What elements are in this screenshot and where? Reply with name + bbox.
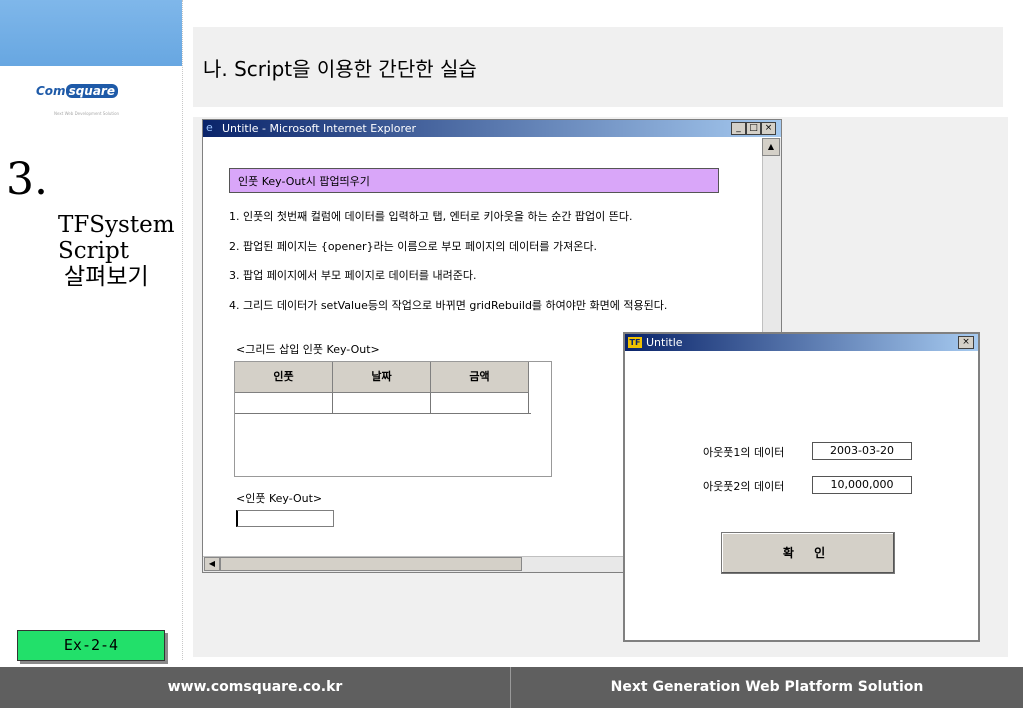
logo-background xyxy=(0,66,182,133)
maximize-button[interactable]: □ xyxy=(746,122,761,135)
popup-close-button[interactable]: × xyxy=(958,336,974,349)
footer-website: www.comsquare.co.kr xyxy=(167,679,343,695)
section-title: TFSystem Script 살펴보기 xyxy=(58,212,175,290)
instruction-line: 3. 팝업 페이지에서 부모 페이지로 데이터를 내려준다. xyxy=(229,269,477,282)
close-button[interactable]: × xyxy=(761,122,776,135)
output1-field[interactable]: 2003-03-20 xyxy=(812,442,912,460)
grid-cell[interactable] xyxy=(235,393,333,413)
grid-cell[interactable] xyxy=(431,393,529,413)
ie-window-title: Untitle - Microsoft Internet Explorer xyxy=(222,122,417,135)
section-number: 3. xyxy=(6,154,48,205)
output2-label: 아웃풋2의 데이터 xyxy=(703,480,785,493)
exercise-badge: Ex-2-4 xyxy=(17,630,165,661)
ie-logo-icon: e xyxy=(206,121,213,134)
grid-column-header[interactable]: 인풋 xyxy=(235,362,333,393)
instruction-line: 1. 인풋의 첫번째 컬럼에 데이터를 입력하고 탭, 엔터로 키아웃을 하는 … xyxy=(229,210,633,223)
logo-block: Com square Next Web Development Solution xyxy=(0,0,182,133)
confirm-button[interactable]: 확 인 xyxy=(721,532,895,574)
data-grid: 인풋 날짜 금액 xyxy=(234,361,552,477)
popup-titlebar[interactable]: TF Untitle × xyxy=(625,334,978,351)
grid-cell[interactable] xyxy=(333,393,431,413)
footer: www.comsquare.co.kr Next Generation Web … xyxy=(0,667,1023,708)
horizontal-scroll-thumb[interactable] xyxy=(220,557,522,571)
logo-tagline: Next Web Development Solution xyxy=(54,111,120,116)
instruction-line: 4. 그리드 데이터가 setValue등의 작업으로 바뀌면 gridRebu… xyxy=(229,299,668,312)
section-title-line: TFSystem xyxy=(58,212,175,238)
section-title-line: Script xyxy=(58,238,129,264)
tf-app-icon: TF xyxy=(628,337,642,348)
instruction-line: 2. 팝업된 페이지는 {opener}라는 이름으로 부모 페이지의 데이터를… xyxy=(229,240,597,253)
scroll-up-arrow-icon[interactable]: ▲ xyxy=(762,138,780,156)
minimize-button[interactable]: _ xyxy=(731,122,746,135)
page-title: 나. Script을 이용한 간단한 실습 xyxy=(203,57,477,81)
example-banner: 인풋 Key-Out시 팝업띄우기 xyxy=(229,168,719,193)
grid-column-header[interactable]: 금액 xyxy=(431,362,529,393)
logo-text-right: square xyxy=(65,84,118,98)
input-caption: <인풋 Key-Out> xyxy=(236,492,323,505)
section-title-line: 살펴보기 xyxy=(64,264,149,290)
grid-caption: <그리드 삽입 인풋 Key-Out> xyxy=(236,343,380,356)
ie-titlebar[interactable]: e Untitle - Microsoft Internet Explorer … xyxy=(203,120,781,137)
footer-slogan: Next Generation Web Platform Solution xyxy=(610,679,924,695)
output2-field[interactable]: 10,000,000 xyxy=(812,476,912,494)
grid-column-header[interactable]: 날짜 xyxy=(333,362,431,393)
output1-label: 아웃풋1의 데이터 xyxy=(703,446,785,459)
table-row xyxy=(235,393,531,414)
logo-text-left: Com xyxy=(36,84,66,98)
popup-title: Untitle xyxy=(646,336,683,349)
popup-window: TF Untitle × 아웃풋1의 데이터 2003-03-20 아웃풋2의 … xyxy=(623,332,980,642)
grid-header: 인풋 날짜 금액 xyxy=(235,362,531,393)
scroll-left-arrow-icon[interactable]: ◀ xyxy=(204,557,220,571)
left-divider xyxy=(182,0,184,660)
keyout-input[interactable] xyxy=(236,510,334,527)
comsquare-logo: Com square xyxy=(36,84,118,98)
